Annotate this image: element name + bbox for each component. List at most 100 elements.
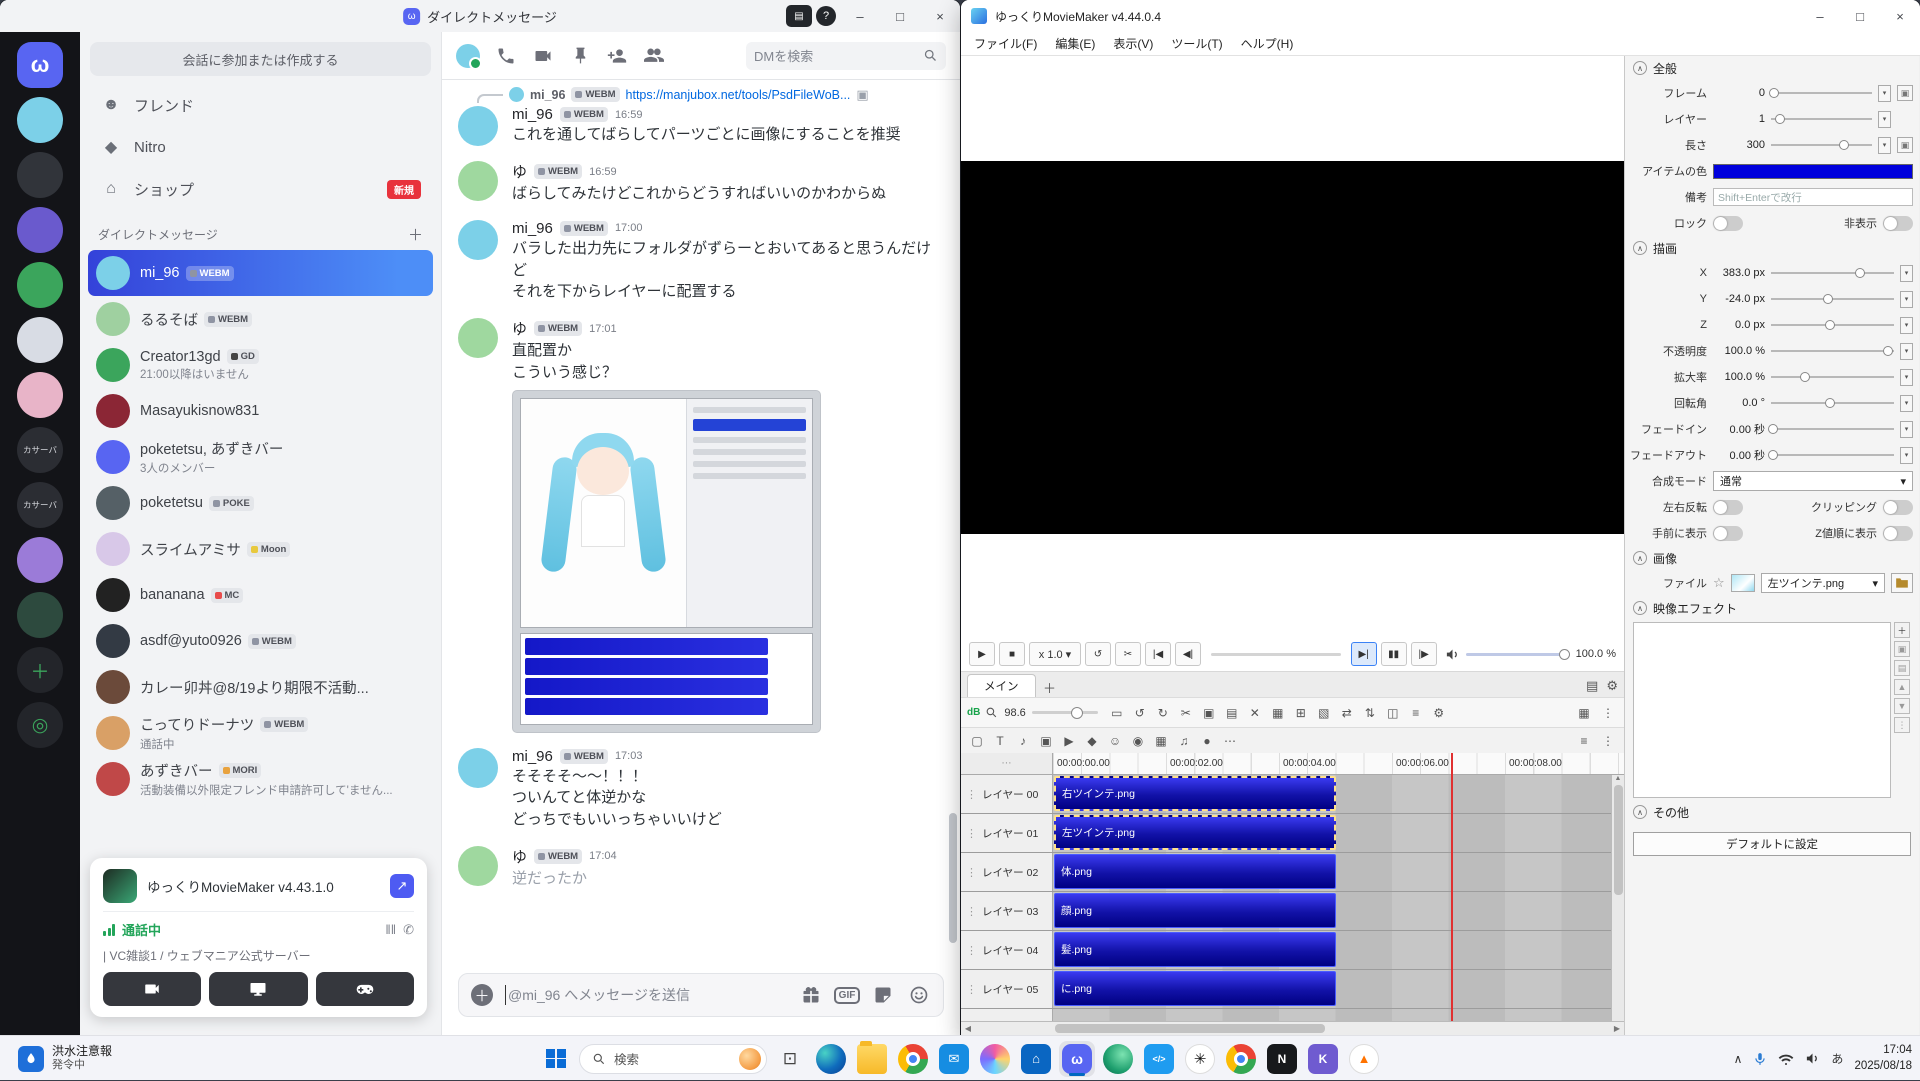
layer-track[interactable]: に.png — [1053, 970, 1624, 1008]
rail-server-green[interactable] — [17, 262, 63, 308]
note-input[interactable]: Shift+Enterで改行 — [1713, 188, 1913, 206]
author-name[interactable]: mi_96 — [512, 748, 553, 765]
taskbar-discord[interactable]: ω — [1059, 1041, 1095, 1077]
toolbar-grid-icon[interactable]: ▦ — [1268, 703, 1288, 723]
hscroll-thumb[interactable] — [1055, 1024, 1325, 1033]
slider-knob[interactable] — [1883, 346, 1893, 356]
toolbar-settings-icon[interactable]: ⚙ — [1429, 703, 1449, 723]
property-value[interactable]: -24.0 px — [1713, 293, 1765, 305]
camera-button[interactable] — [103, 972, 201, 1006]
section-image[interactable]: ∧ 画像 — [1625, 546, 1919, 570]
rail-server-purple[interactable] — [17, 537, 63, 583]
layer-name-cell[interactable] — [961, 1009, 1053, 1021]
toolbar-swap-vertical-icon[interactable]: ⇅ — [1360, 703, 1380, 723]
spinner[interactable]: ▾ — [1900, 317, 1913, 334]
microphone-icon[interactable] — [1753, 1052, 1767, 1066]
taskbar-notion[interactable]: N — [1264, 1041, 1300, 1077]
transport-cut[interactable]: ✂ — [1115, 642, 1141, 666]
dm-item[interactable]: poketetsuPOKE — [88, 480, 433, 526]
transport-skip-end[interactable]: |▶ — [1411, 642, 1437, 666]
taskbar-chrome-canary[interactable] — [1223, 1041, 1259, 1077]
dm-item[interactable]: poketetsu, あずきバー3人のメンバー — [88, 434, 433, 480]
property-value[interactable]: 383.0 px — [1713, 267, 1765, 279]
slider-knob[interactable] — [1823, 294, 1833, 304]
spinner[interactable]: ▾ — [1900, 369, 1913, 386]
effects-paste-button[interactable]: ▤ — [1894, 660, 1910, 676]
dm-item[interactable]: カレー卯丼@8/19より期限不活動... — [88, 664, 433, 710]
emoji-icon[interactable] — [907, 983, 931, 1007]
add-image-icon[interactable]: ▣ — [1036, 731, 1056, 751]
transport-step-forward[interactable]: ▶| — [1351, 642, 1377, 666]
toolbar-cut-icon[interactable]: ✂ — [1176, 703, 1196, 723]
property-slider[interactable] — [1771, 344, 1894, 358]
slider-knob[interactable] — [1775, 114, 1785, 124]
blend-mode-select[interactable]: 通常 ▾ — [1713, 471, 1913, 491]
scroll-right-icon[interactable]: ▶ — [1610, 1024, 1624, 1033]
add-face-icon[interactable]: ◉ — [1128, 731, 1148, 751]
attachment-image[interactable] — [512, 390, 821, 733]
rail-server-kasaba-2[interactable]: カサーバ — [17, 482, 63, 528]
reply-reference[interactable]: mi_96WEBMhttps://manjubox.net/tools/PsdF… — [458, 86, 942, 103]
property-value[interactable]: 100.0 % — [1713, 371, 1765, 383]
discord-titlebar[interactable]: ω ダイレクトメッセージ ▤ ? – □ × — [0, 0, 960, 32]
effects-move-up-button[interactable]: ▲ — [1894, 679, 1910, 695]
volume-slider[interactable] — [1466, 653, 1570, 656]
toolbar-copy-icon[interactable]: ▣ — [1199, 703, 1219, 723]
taskbar-edge[interactable] — [813, 1041, 849, 1077]
menu-item-4[interactable]: ヘルプ(H) — [1232, 32, 1303, 55]
close-button[interactable]: × — [920, 0, 960, 32]
toolbar-list-icon[interactable]: ≡ — [1406, 703, 1426, 723]
dm-item[interactable]: banananaMC — [88, 572, 433, 618]
layer-name-cell[interactable]: ⋮レイヤー 05 — [961, 970, 1053, 1008]
property-value[interactable]: 0.0 ° — [1713, 397, 1765, 409]
effects-menu-button[interactable]: ⋮ — [1894, 717, 1910, 733]
zoom-slider[interactable] — [1032, 711, 1098, 714]
drag-handle-icon[interactable]: ⋮ — [966, 944, 977, 957]
video-call-button[interactable] — [532, 45, 554, 67]
layer-name-cell[interactable]: ⋮レイヤー 01 — [961, 814, 1053, 852]
spinner[interactable]: ▾ — [1900, 421, 1913, 438]
browse-file-button[interactable] — [1891, 573, 1913, 593]
rail-home[interactable]: ω — [17, 42, 63, 88]
avatar[interactable] — [458, 846, 498, 886]
dm-item[interactable]: asdf@yuto0926WEBM — [88, 618, 433, 664]
timeline-clip[interactable]: 体.png — [1054, 854, 1336, 889]
add-tab-button[interactable]: ＋ — [1039, 677, 1061, 697]
transport-repeat[interactable]: ↺ — [1085, 642, 1111, 666]
add-text-icon[interactable]: T — [990, 731, 1010, 751]
toolbar-paste-icon[interactable]: ▤ — [1222, 703, 1242, 723]
message-input[interactable]: ＋ @mi_96 へメッセージを送信 GIF — [458, 973, 944, 1017]
create-dm-icon[interactable]: ＋ — [408, 224, 423, 245]
screenshare-button[interactable] — [209, 972, 307, 1006]
avatar[interactable] — [458, 220, 498, 260]
hide-toggle[interactable] — [1883, 216, 1913, 231]
taskbar-file-explorer[interactable] — [854, 1041, 890, 1077]
rail-dm-mi96[interactable] — [17, 97, 63, 143]
transport-pause[interactable]: ▮▮ — [1381, 642, 1407, 666]
slider-knob[interactable] — [1825, 398, 1835, 408]
section-other[interactable]: ∧ その他 — [1625, 800, 1919, 824]
wifi-icon[interactable] — [1778, 1051, 1794, 1067]
reply-link[interactable]: https://manjubox.net/tools/PsdFileWoB... — [626, 88, 851, 102]
taskbar-task-view[interactable]: ⊡ — [772, 1041, 808, 1077]
list-icon[interactable]: ≡ — [1574, 731, 1594, 751]
property-slider[interactable] — [1771, 86, 1872, 100]
effects-move-down-button[interactable]: ▼ — [1894, 698, 1910, 714]
transport-speed[interactable]: x 1.0 ▾ — [1029, 642, 1081, 666]
collapse-icon[interactable]: ∧ — [1633, 241, 1647, 255]
sidebar-item-shop[interactable]: ⌂ ショップ 新規 — [90, 169, 431, 209]
taskbar-search[interactable]: 検索 — [579, 1044, 767, 1074]
layer-name-cell[interactable]: ⋮レイヤー 04 — [961, 931, 1053, 969]
drag-handle-icon[interactable]: ⋮ — [966, 866, 977, 879]
taskbar-store[interactable]: ⌂ — [1018, 1041, 1054, 1077]
tab-main[interactable]: メイン — [967, 674, 1036, 697]
scroll-left-icon[interactable]: ◀ — [961, 1024, 975, 1033]
speaker-icon[interactable] — [1445, 647, 1460, 662]
timeline-clip[interactable]: 左ツインテ.png — [1054, 815, 1336, 850]
scroll-up-icon[interactable]: ▲ — [1615, 775, 1622, 782]
add-more-icon[interactable]: ⋯ — [1220, 731, 1240, 751]
property-value[interactable]: 0 — [1713, 87, 1765, 99]
timeline-clip[interactable]: 右ツインテ.png — [1054, 776, 1336, 811]
add-record-icon[interactable]: ● — [1197, 731, 1217, 751]
property-value[interactable]: 0.00 秒 — [1713, 447, 1765, 463]
